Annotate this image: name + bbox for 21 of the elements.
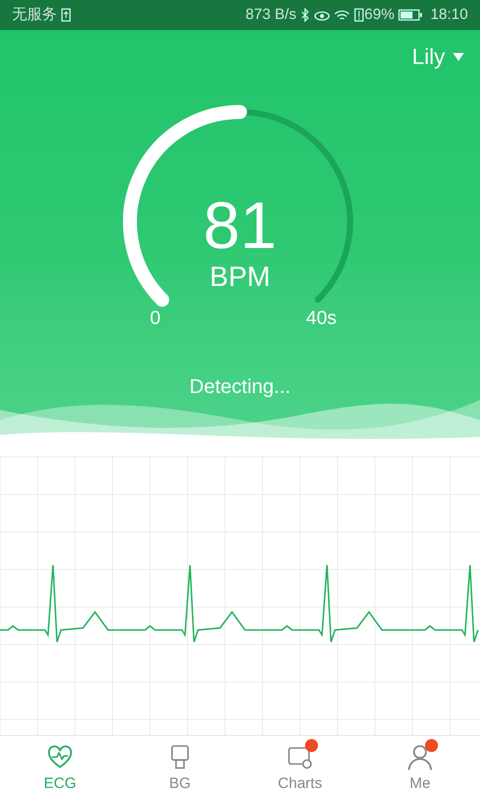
tab-item[interactable]: Me — [360, 736, 480, 800]
person-icon — [406, 743, 434, 771]
gauge-start-label: 0 — [150, 307, 161, 331]
caret-icon — [453, 52, 464, 60]
detecting-status: Detecting... — [189, 375, 291, 400]
heart-pulse-icon — [46, 743, 74, 771]
tab-item[interactable]: Charts — [240, 736, 360, 800]
eye-icon — [314, 9, 330, 21]
carrier-text: 无服务 — [12, 4, 57, 25]
user-selector[interactable]: Lily — [412, 40, 464, 73]
clock-time: 18:10 — [430, 4, 468, 25]
tab-item[interactable]: ECG — [0, 736, 120, 800]
bluetooth-icon — [300, 8, 310, 22]
wifi-icon — [334, 8, 350, 22]
battery-icon — [398, 9, 422, 21]
alert-icon — [354, 8, 364, 22]
tab-item[interactable]: BG — [120, 736, 240, 800]
battery-percent: 69% — [364, 4, 394, 25]
sim-icon — [61, 8, 71, 22]
network-speed: 873 B/s — [246, 4, 296, 25]
gauge-end-label: 40s — [306, 307, 337, 331]
